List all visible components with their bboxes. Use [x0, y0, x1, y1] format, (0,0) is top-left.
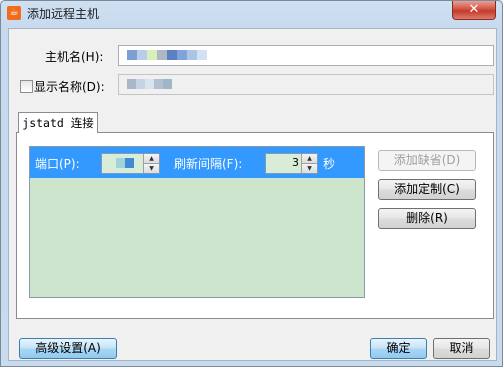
- port-down-arrow-icon[interactable]: ▼: [144, 164, 159, 173]
- refresh-interval-value: 3: [292, 156, 299, 169]
- ok-button[interactable]: 确定: [370, 338, 427, 359]
- delete-button[interactable]: 删除(R): [378, 208, 476, 229]
- host-name-field[interactable]: [118, 45, 494, 66]
- connection-row-selected[interactable]: 端口(P): ▲ ▼ 刷新间隔(F): 3 ▲ ▼ 秒: [30, 147, 364, 178]
- window-title: 添加远程主机: [27, 7, 100, 21]
- refresh-up-arrow-icon[interactable]: ▲: [302, 154, 317, 164]
- blurred-text-block: [127, 79, 136, 89]
- dialog-content: 主机名(H): 显示名称(D): jstatd 连接 端口(P): ▲ ▼ 刷新…: [8, 28, 497, 361]
- tab-jstatd-connection[interactable]: jstatd 连接: [18, 112, 98, 133]
- port-label: 端口(P):: [35, 157, 80, 171]
- blurred-text-block: [125, 158, 134, 168]
- refresh-unit-label: 秒: [323, 157, 336, 171]
- blurred-text-block: [127, 50, 137, 60]
- tab-panel: 端口(P): ▲ ▼ 刷新间隔(F): 3 ▲ ▼ 秒 添加缺省(D) 添加定制…: [16, 132, 494, 319]
- display-name-label: 显示名称(D):: [34, 80, 105, 94]
- refresh-interval-spinner[interactable]: 3 ▲ ▼: [265, 153, 318, 174]
- refresh-interval-label: 刷新间隔(F):: [174, 157, 243, 171]
- blurred-text-block: [147, 50, 157, 60]
- title-bar[interactable]: ☕ 添加远程主机 ✕: [1, 1, 502, 25]
- blurred-text-block: [116, 158, 125, 168]
- blurred-text-block: [137, 50, 147, 60]
- port-spinner[interactable]: ▲ ▼: [101, 153, 160, 174]
- blurred-text-block: [157, 50, 167, 60]
- dialog-window: ☕ 添加远程主机 ✕ 主机名(H): 显示名称(D): jstatd 连接 端口…: [0, 0, 503, 367]
- port-up-arrow-icon[interactable]: ▲: [144, 154, 159, 164]
- add-default-button[interactable]: 添加缺省(D): [378, 150, 476, 171]
- cancel-button[interactable]: 取消: [433, 338, 490, 359]
- blurred-text-block: [154, 79, 163, 89]
- blurred-text-block: [163, 79, 172, 89]
- host-name-label: 主机名(H):: [45, 50, 104, 64]
- blurred-text-block: [145, 79, 154, 89]
- blurred-text-block: [177, 50, 187, 60]
- add-custom-button[interactable]: 添加定制(C): [378, 179, 476, 200]
- blurred-text-block: [136, 79, 145, 89]
- blurred-text-block: [197, 50, 207, 60]
- refresh-down-arrow-icon[interactable]: ▼: [302, 164, 317, 173]
- connection-list[interactable]: 端口(P): ▲ ▼ 刷新间隔(F): 3 ▲ ▼ 秒: [29, 146, 365, 298]
- close-button[interactable]: ✕: [452, 1, 496, 20]
- blurred-text-block: [187, 50, 197, 60]
- blurred-text-block: [167, 50, 177, 60]
- display-name-field[interactable]: [118, 74, 494, 95]
- advanced-settings-button[interactable]: 高级设置(A): [19, 338, 117, 359]
- display-name-checkbox[interactable]: [20, 80, 33, 93]
- java-coffee-icon: ☕: [7, 6, 21, 20]
